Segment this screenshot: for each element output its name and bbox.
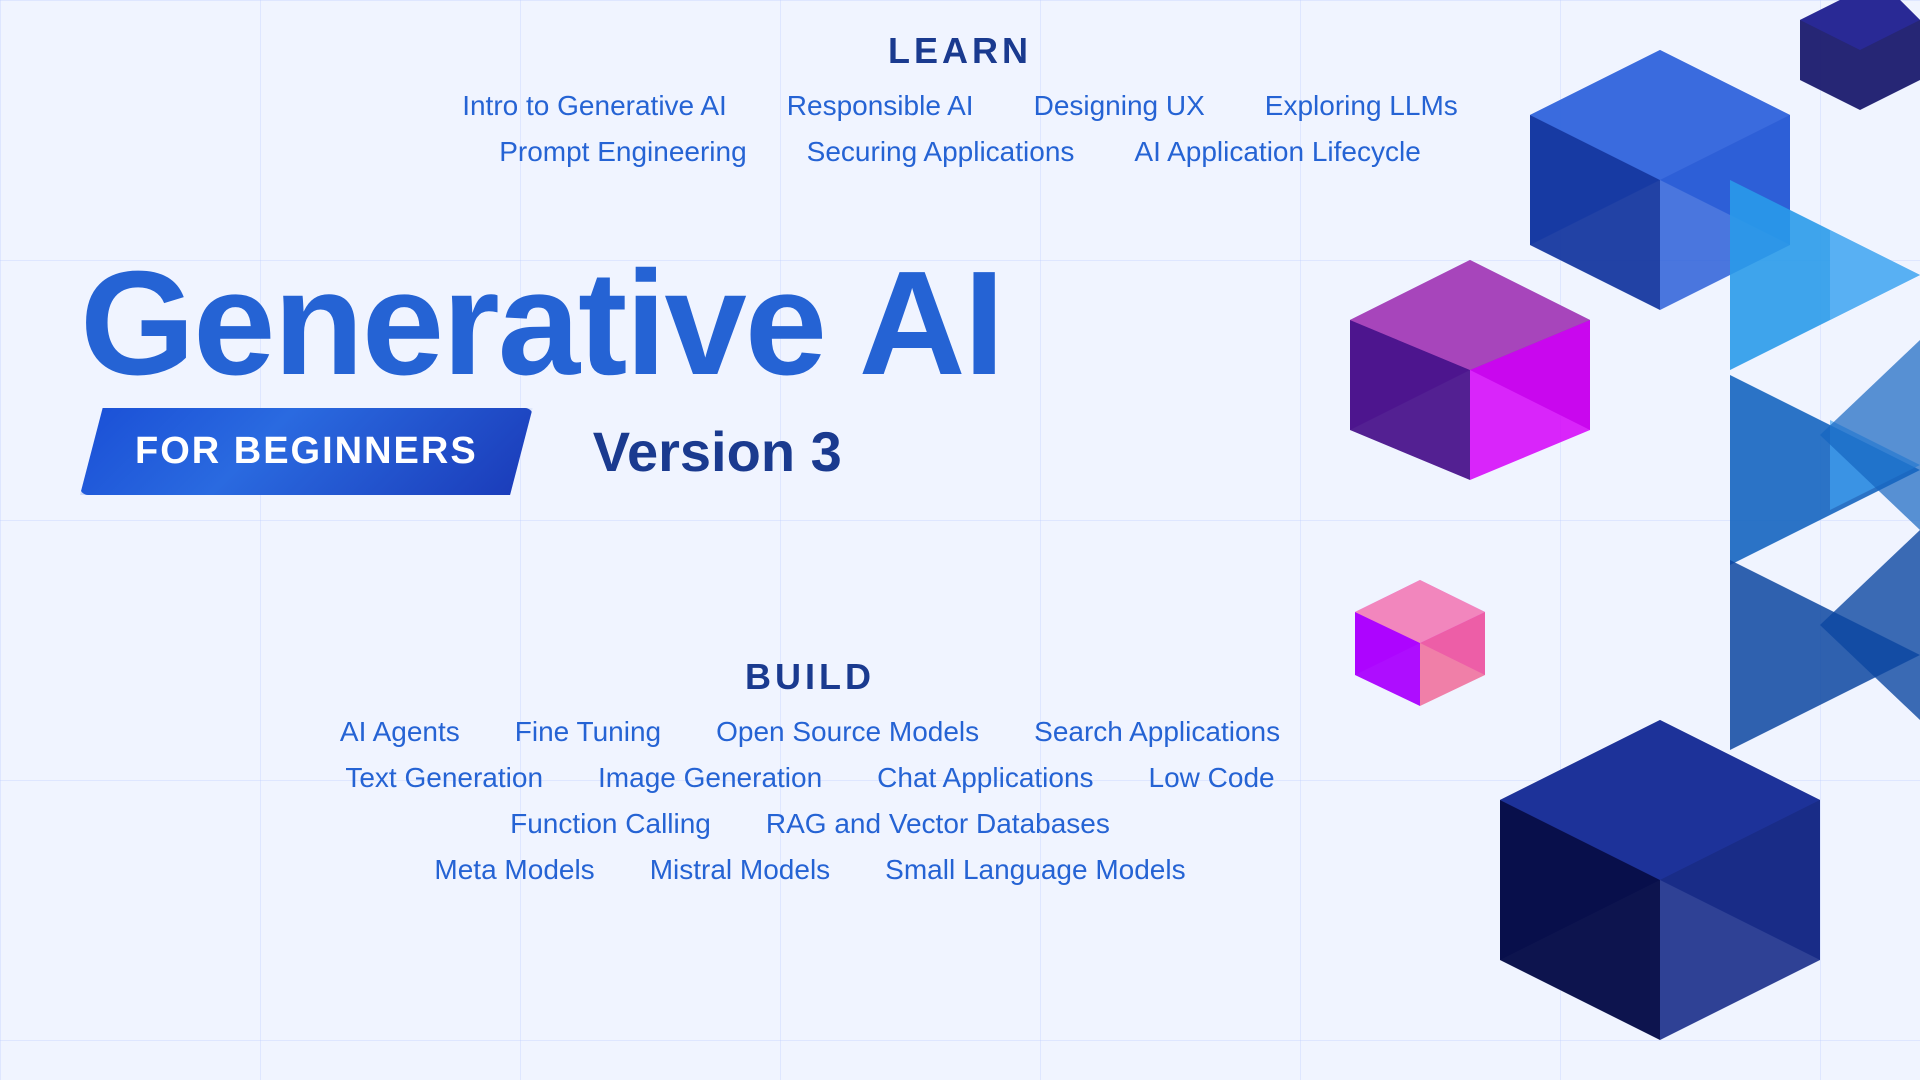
nav-ai-agents[interactable]: AI Agents [340,716,460,748]
nav-fine-tuning[interactable]: Fine Tuning [515,716,661,748]
hero-title: Generative AI [80,250,1040,398]
nav-small-language-models[interactable]: Small Language Models [885,854,1185,886]
nav-mistral-models[interactable]: Mistral Models [650,854,830,886]
nav-low-code[interactable]: Low Code [1149,762,1275,794]
nav-meta-models[interactable]: Meta Models [434,854,594,886]
page-content: LEARN Intro to Generative AI Responsible… [0,0,1920,1080]
badge-version-row: FOR BEGINNERS Version 3 [80,408,1040,495]
nav-securing-applications[interactable]: Securing Applications [807,136,1075,168]
decorative-shapes-area [1300,0,1920,1080]
nav-rag-vector-databases[interactable]: RAG and Vector Databases [766,808,1110,840]
nav-intro-generative-ai[interactable]: Intro to Generative AI [462,90,727,122]
version-text: Version 3 [593,419,842,484]
nav-text-generation[interactable]: Text Generation [345,762,543,794]
shapes-svg [1300,0,1920,1080]
hero-area: Generative AI FOR BEGINNERS Version 3 [80,250,1040,495]
nav-image-generation[interactable]: Image Generation [598,762,822,794]
nav-designing-ux[interactable]: Designing UX [1034,90,1205,122]
nav-chat-applications[interactable]: Chat Applications [877,762,1093,794]
for-beginners-badge[interactable]: FOR BEGINNERS [80,408,533,495]
nav-function-calling[interactable]: Function Calling [510,808,711,840]
nav-prompt-engineering[interactable]: Prompt Engineering [499,136,746,168]
nav-responsible-ai[interactable]: Responsible AI [787,90,974,122]
nav-open-source-models[interactable]: Open Source Models [716,716,979,748]
nav-search-applications[interactable]: Search Applications [1034,716,1280,748]
